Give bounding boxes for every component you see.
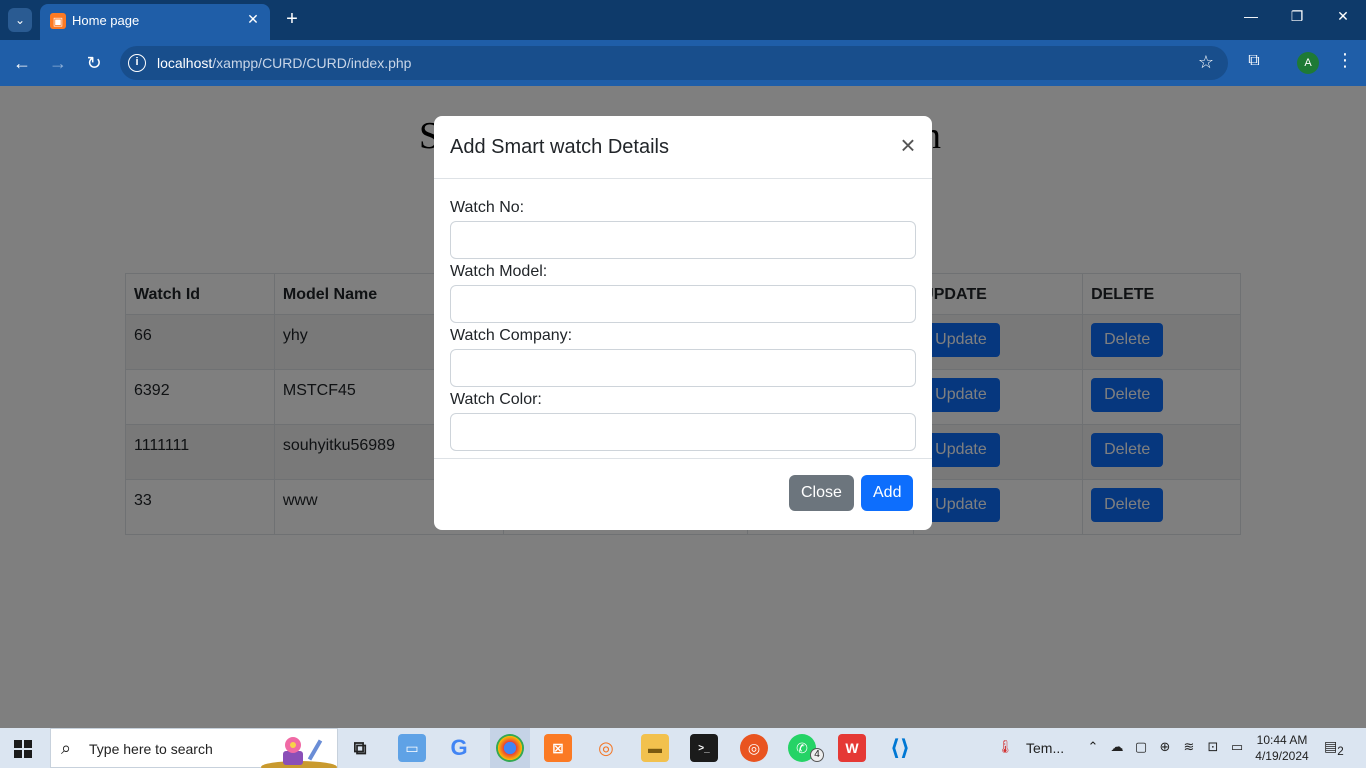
whatsapp-badge: 4 (810, 748, 824, 762)
network-globe-icon[interactable]: ⊕ (1156, 739, 1174, 755)
taskbar-clock[interactable]: 10:44 AM 4/19/2024 (1254, 732, 1310, 764)
extensions-puzzle-icon[interactable]: ⧉ (1244, 52, 1264, 72)
taskbar-search-box[interactable]: ⌕ Type here to search (50, 728, 338, 768)
weather-thermometer-icon[interactable]: 🌡 (996, 739, 1014, 755)
tab-home-page[interactable]: ▣ Home page ✕ (40, 4, 270, 40)
watch-color-label: Watch Color: (450, 391, 542, 408)
watch-model-input[interactable] (450, 285, 916, 323)
site-info-icon[interactable]: i (128, 54, 146, 72)
modal-body: Watch No: Watch Model: Watch Company: Wa… (434, 179, 932, 459)
tab-title: Home page (72, 13, 140, 28)
modal-close-icon[interactable]: × (898, 132, 918, 158)
search-placeholder: Type here to search (89, 741, 213, 757)
profile-avatar[interactable]: A (1297, 52, 1319, 74)
close-button[interactable]: Close (789, 475, 854, 511)
modal-header: Add Smart watch Details × (434, 116, 932, 179)
url-text[interactable]: localhost/xampp/CURD/CURD/index.php (157, 55, 411, 71)
wps-office-icon[interactable]: W (838, 734, 866, 762)
terminal-icon[interactable]: >_ (690, 734, 718, 762)
modal-title: Add Smart watch Details (450, 136, 669, 158)
laptop-app-icon[interactable]: ▭ (398, 734, 426, 762)
clock-time: 10:44 AM (1256, 733, 1308, 747)
restore-icon[interactable]: ❐ (1274, 8, 1320, 25)
windows-taskbar: ⌕ Type here to search ⧉ ▭ G ⊠ ◎ ▬ >_ ◎ ✆… (0, 728, 1366, 768)
add-button[interactable]: Add (861, 475, 914, 511)
show-hidden-icons-icon[interactable]: ⌃ (1084, 739, 1102, 755)
watch-color-input[interactable] (450, 413, 916, 451)
chrome-icon[interactable] (496, 734, 524, 762)
xampp-icon[interactable]: ⊠ (544, 734, 572, 762)
window-close-icon[interactable]: ✕ (1320, 8, 1366, 25)
tab-search-icon[interactable]: ⌄ (8, 8, 32, 32)
battery-icon[interactable]: ▭ (1228, 739, 1246, 755)
xampp-favicon-icon: ▣ (50, 13, 66, 29)
google-icon[interactable]: G (445, 734, 473, 762)
watch-company-label: Watch Company: (450, 327, 573, 344)
file-explorer-icon[interactable]: ▬ (641, 734, 669, 762)
watch-company-input[interactable] (450, 349, 916, 387)
add-watch-modal: Add Smart watch Details × Watch No: Watc… (434, 116, 932, 530)
display-icon[interactable]: ⊡ (1204, 739, 1222, 755)
notification-center-icon[interactable]: ▤2 (1324, 738, 1344, 758)
browser-menu-icon[interactable]: ⋮ (1336, 50, 1354, 71)
browser-toolbar: ← → ↻ i localhost/xampp/CURD/CURD/index.… (0, 40, 1366, 86)
onedrive-icon[interactable]: ☁ (1108, 739, 1126, 755)
clock-date: 4/19/2024 (1255, 749, 1309, 763)
new-tab-button[interactable]: + (282, 8, 302, 32)
ubuntu-icon[interactable]: ◎ (740, 734, 768, 762)
browser-tab-bar: ⌄ ▣ Home page ✕ + — ❐ ✕ (0, 0, 1366, 40)
meet-now-icon[interactable]: ▢ (1132, 739, 1150, 755)
address-bar[interactable]: i localhost/xampp/CURD/CURD/index.php ☆ (120, 46, 1228, 80)
vscode-icon[interactable]: ⟨⟩ (886, 734, 914, 762)
weather-text[interactable]: Tem... (1026, 740, 1064, 756)
task-view-icon[interactable]: ⧉ (346, 734, 374, 762)
watch-no-input[interactable] (450, 221, 916, 259)
wifi-icon[interactable]: ≋ (1180, 739, 1198, 755)
windows-start-icon[interactable] (14, 740, 32, 758)
jupyter-icon[interactable]: ◎ (592, 734, 620, 762)
modal-footer: Close Add (434, 459, 932, 529)
search-icon: ⌕ (61, 738, 72, 758)
tab-close-icon[interactable]: ✕ (244, 11, 262, 29)
search-highlight-flower-icon (261, 737, 337, 768)
watch-no-label: Watch No: (450, 199, 525, 216)
back-arrow-icon[interactable]: ← (10, 51, 34, 75)
reload-icon[interactable]: ↻ (82, 51, 106, 75)
watch-model-label: Watch Model: (450, 263, 548, 280)
forward-arrow-icon[interactable]: → (46, 51, 70, 75)
bookmark-star-icon[interactable]: ☆ (1198, 52, 1214, 73)
minimize-icon[interactable]: — (1228, 8, 1274, 24)
notification-count: 2 (1337, 744, 1344, 758)
